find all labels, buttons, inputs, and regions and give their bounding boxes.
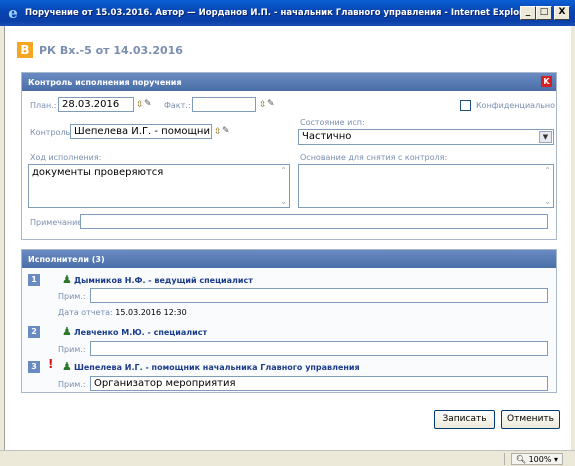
control-panel-header: Контроль исполнения поручения K bbox=[22, 73, 556, 91]
status-divider bbox=[504, 453, 505, 465]
executor-prim-field[interactable] bbox=[90, 288, 548, 303]
executor-prim-field[interactable]: Организатор мероприятия bbox=[90, 376, 548, 391]
person-icon: ♟ bbox=[62, 273, 72, 286]
executors-panel-header: Исполнители (3) bbox=[22, 250, 556, 268]
calendar-icon[interactable]: ⇳ bbox=[259, 100, 267, 110]
calendar-icon[interactable]: ⇳ bbox=[136, 100, 144, 110]
internet-explorer-icon: e bbox=[8, 4, 18, 22]
removal-label: Основание для снятия с контроля: bbox=[300, 153, 448, 162]
state-label: Состояние исп: bbox=[300, 118, 365, 127]
report-date: Дата отчета: 15.03.2016 12:30 bbox=[58, 308, 187, 317]
clear-icon[interactable]: ✎ bbox=[222, 126, 230, 136]
close-control-icon[interactable]: K bbox=[541, 76, 552, 87]
important-icon: ! bbox=[48, 357, 54, 371]
executors-panel: Исполнители (3) 1 ♟ Дымников Н.Ф. - веду… bbox=[21, 249, 557, 393]
control-panel-title: Контроль исполнения поручения bbox=[28, 77, 182, 87]
control-field[interactable]: Шепелева И.Г. - помощни bbox=[70, 124, 212, 139]
fact-date-field[interactable] bbox=[192, 97, 256, 112]
person-icon: ♟ bbox=[62, 360, 72, 373]
document-badge: B bbox=[17, 42, 33, 58]
chevron-down-icon[interactable]: ▼ bbox=[539, 131, 552, 143]
page-content: B РК Вх.-5 от 14.03.2016 Контроль исполн… bbox=[4, 26, 571, 450]
close-window-button[interactable]: X bbox=[554, 6, 570, 20]
executor-prim-field[interactable] bbox=[90, 341, 548, 356]
maximize-button[interactable]: □ bbox=[536, 6, 552, 20]
chevron-down-icon: ▾ bbox=[553, 455, 558, 464]
note-label: Примечание: bbox=[30, 218, 85, 227]
control-panel: Контроль исполнения поручения K План.: 2… bbox=[21, 72, 557, 240]
progress-text: документы проверяются bbox=[32, 167, 164, 178]
status-bar: 🔍︎ 100% ▾ bbox=[0, 450, 575, 466]
executor-name[interactable]: Дымников Н.Ф. - ведущий специалист bbox=[74, 276, 253, 285]
save-button[interactable]: Записать bbox=[434, 410, 495, 429]
cancel-button[interactable]: Отменить bbox=[501, 410, 560, 429]
scroll-up-icon[interactable]: ⌃ bbox=[544, 166, 551, 175]
progress-textarea[interactable]: документы проверяются ⌃ ⌄ bbox=[28, 164, 290, 208]
state-select[interactable]: Частично ▼ bbox=[298, 129, 554, 145]
clear-icon[interactable]: ✎ bbox=[144, 99, 152, 109]
window-titlebar: e Поручение от 15.03.2016. Автор — Иорда… bbox=[0, 0, 575, 26]
executor-number: 2 bbox=[28, 326, 40, 338]
plan-label: План.: bbox=[30, 101, 57, 110]
confidential-label: Конфиденциально bbox=[476, 101, 556, 110]
control-label: Контроль: bbox=[30, 128, 73, 137]
prim-label: Прим.: bbox=[58, 345, 86, 354]
executor-number: 3 bbox=[28, 361, 40, 373]
minimize-button[interactable]: _ bbox=[520, 6, 536, 20]
document-header: B РК Вх.-5 от 14.03.2016 bbox=[17, 42, 183, 58]
executor-name[interactable]: Шепелева И.Г. - помощник начальника Глав… bbox=[74, 363, 360, 372]
clear-icon[interactable]: ✎ bbox=[267, 99, 275, 109]
select-person-icon[interactable]: ⇳ bbox=[214, 127, 222, 137]
prim-label: Прим.: bbox=[58, 292, 86, 301]
scroll-down-icon[interactable]: ⌄ bbox=[280, 197, 287, 206]
zoom-icon: 🔍︎ bbox=[515, 455, 527, 464]
plan-date-field[interactable]: 28.03.2016 bbox=[58, 97, 134, 112]
note-field[interactable] bbox=[80, 214, 548, 229]
progress-label: Ход исполнения: bbox=[30, 153, 102, 162]
window-title: Поручение от 15.03.2016. Автор — Иордано… bbox=[25, 8, 520, 18]
fact-label: Факт.: bbox=[164, 101, 191, 110]
document-title[interactable]: РК Вх.-5 от 14.03.2016 bbox=[39, 44, 183, 57]
report-date-value: 15.03.2016 12:30 bbox=[115, 308, 187, 317]
removal-textarea[interactable]: ⌃ ⌄ bbox=[298, 164, 554, 208]
zoom-level: 100% bbox=[528, 455, 552, 464]
person-icon: ♟ bbox=[62, 325, 72, 338]
zoom-control[interactable]: 🔍︎ 100% ▾ bbox=[510, 453, 563, 465]
scroll-up-icon[interactable]: ⌃ bbox=[280, 166, 287, 175]
executors-panel-title: Исполнители (3) bbox=[28, 254, 105, 264]
state-selected-value: Частично bbox=[302, 131, 352, 142]
prim-label: Прим.: bbox=[58, 380, 86, 389]
confidential-checkbox[interactable] bbox=[460, 100, 471, 111]
report-date-label: Дата отчета: bbox=[58, 308, 113, 317]
executor-name[interactable]: Левченко М.Ю. - специалист bbox=[74, 328, 207, 337]
executor-number: 1 bbox=[28, 274, 40, 286]
scroll-down-icon[interactable]: ⌄ bbox=[544, 197, 551, 206]
